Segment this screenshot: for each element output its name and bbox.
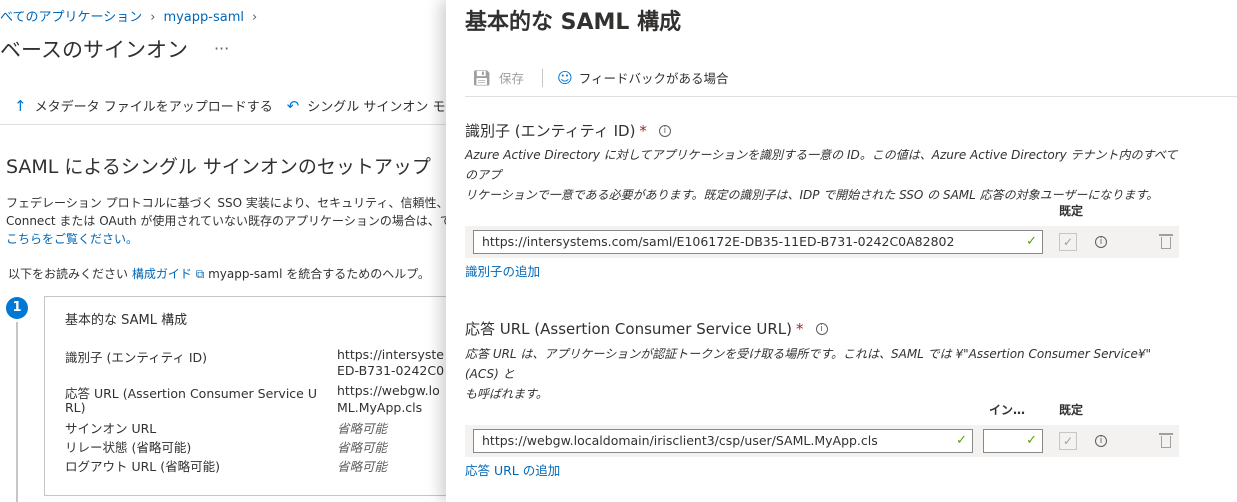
card-value-identifier-cont: ED-B731-0242C0: [337, 363, 445, 378]
card-value-logout-url: 省略可能: [337, 459, 388, 474]
card-value-reply-url-cont: ML.MyApp.cls: [337, 400, 423, 415]
identifier-label: 識別子 (エンティティ ID) * i: [465, 120, 671, 141]
chevron-right-icon: ›: [150, 10, 156, 25]
info-icon[interactable]: i: [815, 322, 828, 335]
change-sso-mode-button[interactable]: ↶ シングル サインオン モードの変更: [286, 96, 460, 116]
reply-url-help: 応答 URL は、アプリケーションが認証トークンを受け取る場所です。これは、SA…: [465, 347, 1151, 401]
section-description: フェデレーション プロトコルに基づく SSO 実装により、セキュリティ、信頼性、…: [6, 196, 460, 246]
card-label-reply-url: 応答 URL (Assertion Consumer Service U: [65, 386, 317, 401]
external-link-icon: ⧉: [195, 267, 205, 281]
index-input[interactable]: ✓: [983, 429, 1043, 453]
identifier-help: Azure Active Directory に対してアプリケーションを識別する…: [465, 148, 1178, 202]
reply-url-input[interactable]: https://webgw.localdomain/irisclient3/cs…: [473, 429, 973, 453]
step-number-badge: 1: [6, 297, 28, 319]
background-page: べてのアプリケーション › myapp-saml › ベースのサインオン ··· ↑ メ…: [0, 0, 460, 502]
card-label-reply-url-cont: RL): [65, 400, 86, 415]
more-options-icon[interactable]: ···: [214, 39, 229, 58]
upload-icon: ↑: [14, 96, 27, 115]
save-icon: 💾︎: [472, 68, 492, 87]
index-column-header: イン…: [989, 403, 1026, 417]
default-column-header: 既定: [1059, 204, 1084, 218]
required-mark: *: [639, 121, 647, 140]
card-label-relay-state: リレー状態 (省略可能): [65, 440, 192, 455]
breadcrumb-app[interactable]: myapp-saml: [163, 10, 244, 25]
undo-icon: ↶: [286, 96, 300, 115]
page-toolbar: ↑ メタデータ ファイルをアップロードする ↶ シングル サインオン モードの変…: [14, 96, 460, 116]
chevron-right-icon: ›: [251, 10, 258, 25]
add-reply-url-link[interactable]: 応答 URL の追加: [465, 460, 560, 479]
default-checkbox[interactable]: ✓: [1059, 432, 1077, 450]
feedback-icon: ☺: [557, 68, 573, 87]
basic-saml-card: 基本的な SAML 構成 識別子 (エンティティ ID) https://int…: [44, 296, 460, 496]
delete-icon[interactable]: [1159, 234, 1173, 249]
upload-metadata-button[interactable]: ↑ メタデータ ファイルをアップロードする: [14, 96, 273, 116]
feedback-button[interactable]: ☺ フィードバックがある場合: [557, 68, 728, 87]
delete-icon[interactable]: [1159, 433, 1173, 448]
card-label-signon-url: サインオン URL: [65, 421, 157, 436]
checkmark-icon: ✓: [1026, 433, 1037, 448]
checkmark-icon: ✓: [956, 433, 967, 448]
basic-saml-panel: 基本的な SAML 構成 💾︎ 保存 ☺ フィードバックがある場合 識別子 (エ…: [446, 0, 1237, 502]
save-button[interactable]: 💾︎ 保存: [472, 68, 524, 87]
learn-more-link[interactable]: こちらをご覧ください。: [6, 232, 138, 246]
step-connector: [16, 322, 18, 502]
card-value-identifier: https://intersyste: [337, 347, 444, 362]
panel-title: 基本的な SAML 構成: [465, 10, 682, 35]
divider: [465, 96, 1237, 97]
toolbar-separator: [542, 68, 544, 87]
checkmark-icon: ✓: [1026, 234, 1037, 249]
info-icon[interactable]: i: [1095, 435, 1107, 447]
info-icon[interactable]: i: [1095, 236, 1107, 248]
reply-url-row: https://webgw.localdomain/irisclient3/cs…: [465, 425, 1179, 457]
breadcrumb: べてのアプリケーション › myapp-saml ›: [0, 6, 265, 25]
panel-toolbar: 💾︎ 保存 ☺ フィードバックがある場合: [472, 68, 728, 87]
page-title: ベースのサインオン ···: [0, 38, 230, 62]
divider: [0, 124, 460, 125]
readme-text: 以下をお読みください 構成ガイド ⧉ myapp-saml を統合するためのヘル…: [8, 267, 430, 281]
card-value-relay-state: 省略可能: [337, 440, 388, 455]
info-icon[interactable]: i: [658, 124, 671, 137]
card-label-identifier: 識別子 (エンティティ ID): [65, 350, 208, 365]
card-label-logout-url: ログアウト URL (省略可能): [65, 459, 220, 474]
required-mark: *: [796, 319, 804, 338]
card-value-signon-url: 省略可能: [337, 421, 388, 436]
config-guide-link[interactable]: 構成ガイド ⧉: [132, 267, 204, 281]
breadcrumb-all-apps[interactable]: べてのアプリケーション: [0, 10, 142, 25]
default-column-header: 既定: [1059, 403, 1084, 417]
card-title: 基本的な SAML 構成: [65, 313, 188, 328]
card-value-reply-url: https://webgw.lo: [337, 383, 440, 398]
section-title: SAML によるシングル サインオンのセットアップ: [6, 156, 431, 178]
identifier-row: https://intersystems.com/saml/E106172E-D…: [465, 226, 1179, 258]
reply-url-label: 応答 URL (Assertion Consumer Service URL) *…: [465, 318, 828, 339]
add-identifier-link[interactable]: 識別子の追加: [465, 261, 540, 280]
default-checkbox[interactable]: ✓: [1059, 233, 1077, 251]
identifier-input[interactable]: https://intersystems.com/saml/E106172E-D…: [473, 230, 1043, 254]
